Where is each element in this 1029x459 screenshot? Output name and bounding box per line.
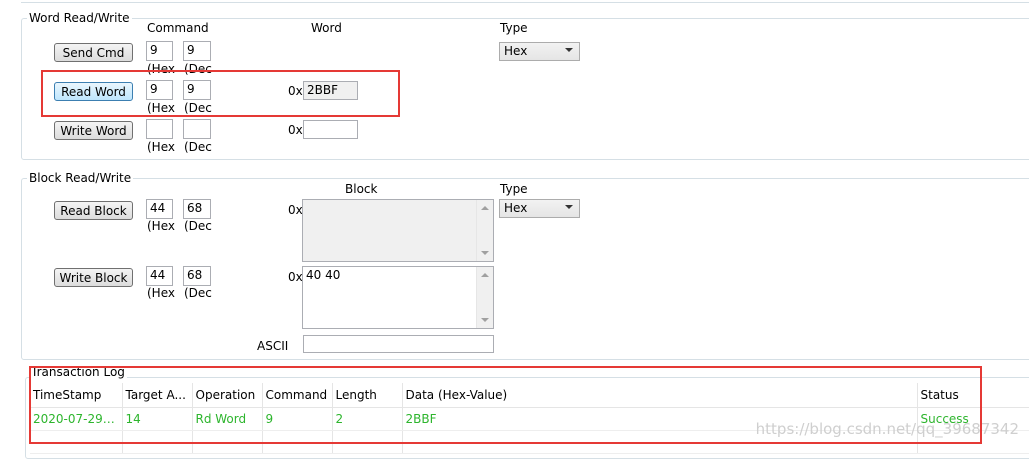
send-cmd-hex-input[interactable]: 9 bbox=[146, 41, 173, 61]
write-word-dec-label: (Dec bbox=[184, 140, 212, 154]
write-word-button[interactable]: Write Word bbox=[54, 121, 133, 140]
write-block-dec-input[interactable]: 68 bbox=[183, 266, 211, 286]
write-word-hex-label: (Hex bbox=[147, 140, 175, 154]
ascii-label: ASCII bbox=[257, 339, 289, 353]
word-type-value: Hex bbox=[504, 44, 528, 58]
cell-timestamp: 2020-07-29 0... bbox=[30, 407, 123, 431]
write-word-value-input[interactable] bbox=[303, 120, 358, 139]
send-cmd-dec-input[interactable]: 9 bbox=[183, 41, 211, 61]
read-word-hex-input[interactable]: 9 bbox=[146, 80, 173, 100]
send-cmd-hex-label: (Hex bbox=[147, 62, 175, 76]
transaction-log-table: TimeStamp Target A... Operation Command … bbox=[30, 383, 1029, 454]
read-word-0x-prefix: 0x bbox=[288, 84, 303, 98]
cell-target-address: 14 bbox=[122, 407, 193, 431]
write-block-dec-label: (Dec bbox=[184, 286, 212, 300]
block-type-column-header: Type bbox=[500, 182, 528, 196]
read-word-dec-label: (Dec bbox=[184, 101, 212, 115]
block-column-header: Block bbox=[345, 182, 378, 196]
write-word-dec-input[interactable] bbox=[183, 119, 211, 139]
word-column-header: Word bbox=[311, 21, 342, 35]
scroll-down-icon[interactable] bbox=[481, 251, 489, 255]
write-block-value-text: 40 40 bbox=[306, 268, 341, 282]
column-header-command[interactable]: Command bbox=[262, 383, 333, 408]
top-divider bbox=[21, 0, 1029, 3]
write-block-hex-input[interactable]: 44 bbox=[146, 266, 173, 286]
type-column-header: Type bbox=[500, 21, 528, 35]
block-type-value: Hex bbox=[504, 201, 528, 215]
read-block-button[interactable]: Read Block bbox=[54, 201, 133, 220]
column-header-timestamp[interactable]: TimeStamp bbox=[30, 383, 123, 408]
column-header-operation[interactable]: Operation bbox=[192, 383, 263, 408]
read-block-0x-prefix: 0x bbox=[288, 203, 303, 217]
write-word-0x-prefix: 0x bbox=[288, 123, 303, 137]
column-header-data[interactable]: Data (Hex-Value) bbox=[402, 383, 918, 408]
word-type-select[interactable]: Hex bbox=[499, 42, 580, 61]
read-block-hex-label: (Hex bbox=[147, 219, 175, 233]
write-block-scrollbar[interactable] bbox=[476, 267, 493, 328]
read-block-hex-input[interactable]: 44 bbox=[146, 199, 173, 219]
chevron-down-icon bbox=[565, 205, 573, 209]
write-word-hex-input[interactable] bbox=[146, 119, 173, 139]
chevron-down-icon bbox=[565, 48, 573, 52]
read-word-button[interactable]: Read Word bbox=[54, 82, 133, 101]
column-header-target-address[interactable]: Target A... bbox=[122, 383, 193, 408]
command-column-header: Command bbox=[147, 21, 209, 35]
cell-length: 2 bbox=[332, 407, 403, 431]
scroll-down-icon[interactable] bbox=[481, 318, 489, 322]
cell-command: 9 bbox=[262, 407, 333, 431]
read-block-dec-input[interactable]: 68 bbox=[183, 199, 211, 219]
send-cmd-dec-label: (Dec bbox=[184, 62, 212, 76]
ascii-input[interactable] bbox=[303, 335, 494, 353]
write-block-hex-label: (Hex bbox=[147, 286, 175, 300]
watermark-text: https://blog.csdn.net/qq_39687342 bbox=[755, 420, 1019, 438]
write-block-button[interactable]: Write Block bbox=[54, 268, 133, 287]
scroll-up-icon[interactable] bbox=[481, 273, 489, 277]
read-word-dec-input[interactable]: 9 bbox=[183, 80, 211, 100]
column-header-length[interactable]: Length bbox=[332, 383, 403, 408]
block-rw-legend: Block Read/Write bbox=[27, 171, 134, 185]
read-block-dec-label: (Dec bbox=[184, 219, 212, 233]
read-block-scrollbar[interactable] bbox=[476, 200, 493, 261]
read-word-value-field[interactable]: 2BBF bbox=[303, 81, 358, 100]
write-block-value-area[interactable]: 40 40 bbox=[302, 266, 494, 329]
transaction-log-legend: Transaction Log bbox=[29, 365, 127, 379]
write-block-0x-prefix: 0x bbox=[288, 270, 303, 284]
cell-operation: Rd Word bbox=[192, 407, 263, 431]
table-header-row: TimeStamp Target A... Operation Command … bbox=[30, 383, 1029, 408]
block-type-select[interactable]: Hex bbox=[499, 199, 580, 218]
read-word-hex-label: (Hex bbox=[147, 101, 175, 115]
send-cmd-button[interactable]: Send Cmd bbox=[54, 43, 133, 62]
word-rw-legend: Word Read/Write bbox=[27, 11, 132, 25]
column-header-status[interactable]: Status bbox=[917, 383, 1029, 408]
scroll-up-icon[interactable] bbox=[481, 206, 489, 210]
read-block-value-area[interactable] bbox=[302, 199, 494, 262]
